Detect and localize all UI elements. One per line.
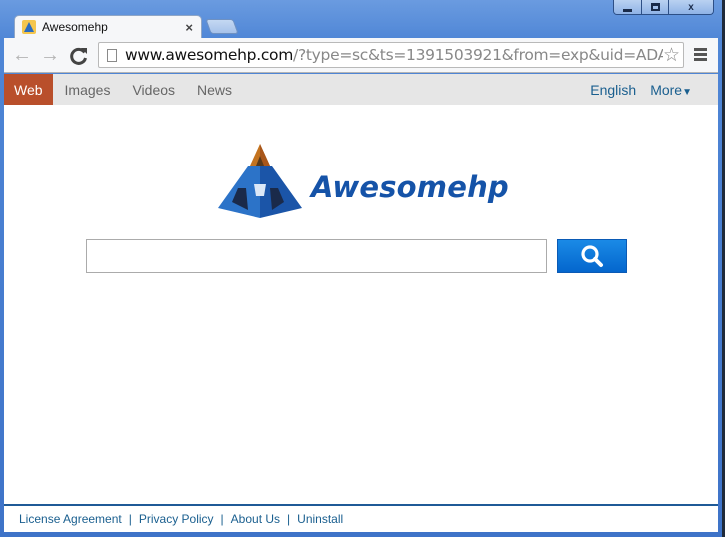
window-controls: x xyxy=(613,0,714,15)
more-link[interactable]: More▼ xyxy=(650,82,692,98)
separator: | xyxy=(220,512,224,526)
nav-videos[interactable]: Videos xyxy=(122,74,185,105)
minimize-button[interactable] xyxy=(614,0,641,14)
logo-text: Awesomehp xyxy=(311,170,509,204)
search-icon xyxy=(581,245,603,267)
forward-arrow-icon[interactable]: → xyxy=(40,44,60,66)
page-content: Web Images Videos News English More▼ Awe… xyxy=(4,74,718,532)
license-agreement-link[interactable]: License Agreement xyxy=(19,512,122,526)
url-query: /?type=sc&ts=1391503921&from=exp&uid=ADA… xyxy=(293,46,663,64)
uninstall-link[interactable]: Uninstall xyxy=(297,512,343,526)
reload-icon[interactable] xyxy=(69,44,89,72)
close-window-icon: x xyxy=(688,1,694,13)
new-tab-button[interactable] xyxy=(205,19,239,34)
separator: | xyxy=(287,512,291,526)
bookmark-star-icon[interactable]: ☆ xyxy=(663,44,680,67)
nav-news[interactable]: News xyxy=(187,74,242,105)
maximize-icon xyxy=(650,3,660,11)
close-window-button[interactable]: x xyxy=(668,0,713,14)
tab-title: Awesomehp xyxy=(42,20,108,34)
nav-right: English More▼ xyxy=(576,74,692,105)
search-input[interactable] xyxy=(86,239,547,273)
top-navigation: Web Images Videos News English More▼ xyxy=(4,74,718,105)
footer: License Agreement | Privacy Policy | Abo… xyxy=(4,504,718,532)
chrome-menu-icon[interactable] xyxy=(694,48,707,63)
separator: | xyxy=(128,512,132,526)
minimize-icon xyxy=(623,8,632,12)
language-link[interactable]: English xyxy=(590,82,636,98)
nav-web[interactable]: Web xyxy=(4,74,53,105)
nav-images[interactable]: Images xyxy=(55,74,121,105)
about-us-link[interactable]: About Us xyxy=(231,512,280,526)
browser-tab[interactable]: Awesomehp × xyxy=(14,15,202,38)
search-button[interactable] xyxy=(557,239,627,273)
tab-close-icon[interactable]: × xyxy=(185,20,193,35)
page-icon xyxy=(107,48,117,62)
back-arrow-icon[interactable]: ← xyxy=(12,44,32,66)
url-host: www.awesomehp.com xyxy=(125,46,294,64)
privacy-policy-link[interactable]: Privacy Policy xyxy=(139,512,214,526)
browser-window: x Awesomehp × ← → www.awesomehp.com/?typ… xyxy=(0,0,725,537)
address-bar[interactable]: www.awesomehp.com/?type=sc&ts=1391503921… xyxy=(98,42,684,68)
url-text[interactable]: www.awesomehp.com/?type=sc&ts=1391503921… xyxy=(125,46,663,64)
maximize-button[interactable] xyxy=(641,0,668,14)
caret-down-icon: ▼ xyxy=(682,86,692,98)
awesomehp-logo: Awesomehp xyxy=(218,144,509,220)
pyramid-logo-icon xyxy=(218,144,302,218)
browser-toolbar: ← → www.awesomehp.com/?type=sc&ts=139150… xyxy=(4,38,718,73)
more-label: More xyxy=(650,81,683,98)
favicon-icon xyxy=(22,20,36,34)
